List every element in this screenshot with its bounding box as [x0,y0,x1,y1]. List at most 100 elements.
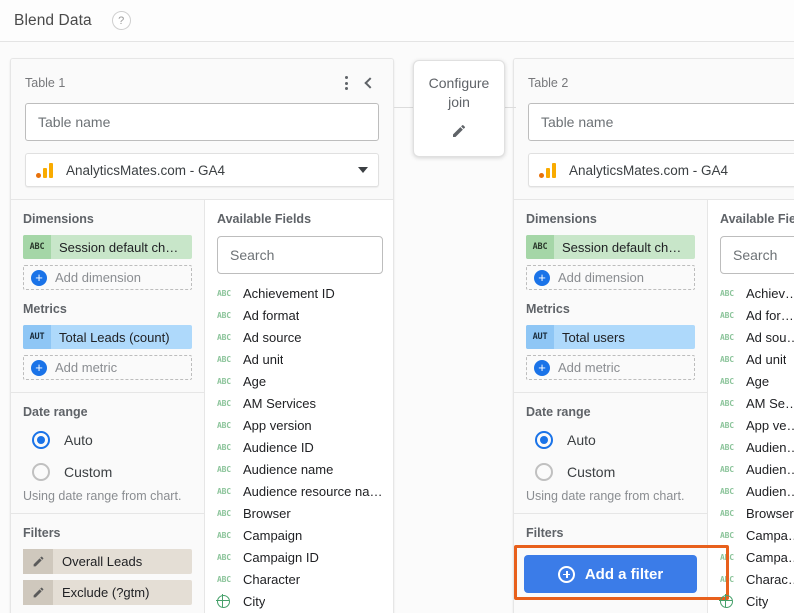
date-range-custom-option[interactable]: Custom [23,463,192,481]
field-list-item[interactable]: City [216,590,383,612]
more-vert-icon[interactable] [335,72,357,94]
configure-join-label-1: Configure [428,74,490,91]
field-list-item[interactable]: ABC Character [720,568,794,590]
abc-type-icon: ABC [217,420,231,430]
pencil-icon[interactable] [451,123,467,144]
filter-chip-label: Overall Leads [62,554,143,569]
field-name: Campaign [243,527,303,543]
table-2-config-column: Dimensions ABC Session default ch… + Add… [514,200,729,613]
radio-custom[interactable] [535,463,553,481]
abc-type-icon: ABC [217,288,231,298]
table-1-panel: Table 1 AnalyticsMates.com - GA4 Dimensi… [10,58,394,613]
abc-type-icon: ABC [720,398,734,408]
field-list-item[interactable]: ABC Audience ID [217,436,383,458]
field-list-item[interactable]: ABC Ad unit [217,348,383,370]
field-list-item[interactable]: ABC Browser [720,502,794,524]
add-filter-button[interactable]: Add a filter [524,555,697,593]
date-range-auto-option[interactable]: Auto [23,431,192,449]
field-list-item[interactable]: ABC App version [217,414,383,436]
field-list-item[interactable]: City [719,590,794,612]
field-list-item[interactable]: ABC Audience resource na… [720,480,794,502]
radio-auto[interactable] [32,431,50,449]
field-list-item[interactable]: ABC Campaign [720,524,794,546]
field-name: Ad unit [746,351,787,367]
field-list-item[interactable]: ABC Ad format [720,304,794,326]
abc-type-icon: ABC [217,310,231,320]
plus-icon: + [31,359,47,376]
field-list-item[interactable]: ABC Campaign [217,524,383,546]
available-fields-list[interactable]: ABC Achievement ID ABC Ad format ABC Ad sourc… [216,282,383,613]
field-list-item[interactable]: ABC App version [720,414,794,436]
field-list-item[interactable]: ABC Audience ID [720,436,794,458]
add-metric-button[interactable]: + Add metric [23,355,192,380]
date-range-auto-option[interactable]: Auto [526,431,695,449]
chevron-down-icon[interactable] [358,167,368,173]
abc-type-icon: ABC [217,354,231,364]
abc-type-icon: ABC [720,442,734,452]
field-list-item[interactable]: ABC Audience name [217,458,383,480]
abc-type-icon: ABC [217,530,231,540]
abc-type-icon: ABC [720,486,734,496]
field-list-item[interactable]: ABC Age [720,370,794,392]
table-2-name-input[interactable] [528,103,794,141]
join-connector-right [504,107,516,108]
dimension-chip[interactable]: ABC Session default ch… [526,235,695,259]
field-list-item[interactable]: ABC Character [217,568,383,590]
table-2-date-range-section: Date range Auto Custom Using date range … [514,392,707,513]
field-list-item[interactable]: ABC Campaign ID [720,546,794,568]
field-list-item[interactable]: ABC Age [217,370,383,392]
abc-type-icon: ABC [720,508,734,518]
table-1-name-input[interactable] [25,103,379,141]
field-name: Achievement ID [746,285,794,301]
abc-type-icon: ABC [526,235,554,259]
pencil-icon[interactable] [23,549,53,574]
field-list-item[interactable]: ABC AM Services [720,392,794,414]
abc-type-icon: ABC [217,464,231,474]
date-range-custom-label: Custom [567,464,616,480]
date-range-title: Date range [526,405,591,419]
radio-custom[interactable] [32,463,50,481]
table-1-date-range-section: Date range Auto Custom Using date range … [11,392,204,513]
abc-type-icon: ABC [720,574,734,584]
radio-auto[interactable] [535,431,553,449]
chevron-left-icon[interactable] [357,72,379,94]
field-list-item[interactable]: ABC Browser [217,502,383,524]
field-name: Audience name [746,461,794,477]
filter-chip[interactable]: Exclude (?gtm) [23,580,192,605]
abc-type-icon: ABC [217,552,231,562]
metric-chip[interactable]: AUT Total Leads (count) [23,325,192,349]
add-dimension-button[interactable]: + Add dimension [526,265,695,290]
field-list-item[interactable]: ABC Achievement ID [720,282,794,304]
field-list-item[interactable]: ABC AM Services [217,392,383,414]
field-list-item[interactable]: ABC Ad source [217,326,383,348]
dimension-chip[interactable]: ABC Session default ch… [23,235,192,259]
field-list-item[interactable]: ABC Ad unit [720,348,794,370]
field-name: City [243,593,266,609]
abc-type-icon: ABC [720,332,734,342]
filter-chip[interactable]: Overall Leads [23,549,192,574]
field-list-item[interactable]: ABC Audience resource na… [217,480,383,502]
table-2-header: Table 2 AnalyticsMates.com - GA4 [514,59,794,199]
abc-type-icon: ABC [217,486,231,496]
table-2-source-select[interactable]: AnalyticsMates.com - GA4 [528,153,794,187]
add-dimension-label: Add dimension [55,270,141,285]
field-name: Ad source [746,329,794,345]
configure-join-card[interactable]: Configure join [413,60,505,157]
field-list-item[interactable]: ABC Achievement ID [217,282,383,304]
add-dimension-button[interactable]: + Add dimension [23,265,192,290]
metric-chip[interactable]: AUT Total users [526,325,695,349]
help-icon[interactable]: ? [111,11,131,30]
pencil-icon[interactable] [23,580,53,605]
field-list-item[interactable]: ABC Ad format [217,304,383,326]
abc-type-icon: ABC [217,508,231,518]
add-metric-button[interactable]: + Add metric [526,355,695,380]
available-fields-list[interactable]: ABC Achievement ID ABC Ad format ABC Ad sourc… [719,282,794,613]
field-list-item[interactable]: ABC Audience name [720,458,794,480]
field-list-item[interactable]: ABC Campaign ID [217,546,383,568]
date-range-custom-option[interactable]: Custom [526,463,695,481]
search-input[interactable] [720,236,794,274]
field-name: AM Services [243,395,316,411]
table-1-source-select[interactable]: AnalyticsMates.com - GA4 [25,153,379,187]
search-input[interactable] [217,236,383,274]
field-list-item[interactable]: ABC Ad source [720,326,794,348]
